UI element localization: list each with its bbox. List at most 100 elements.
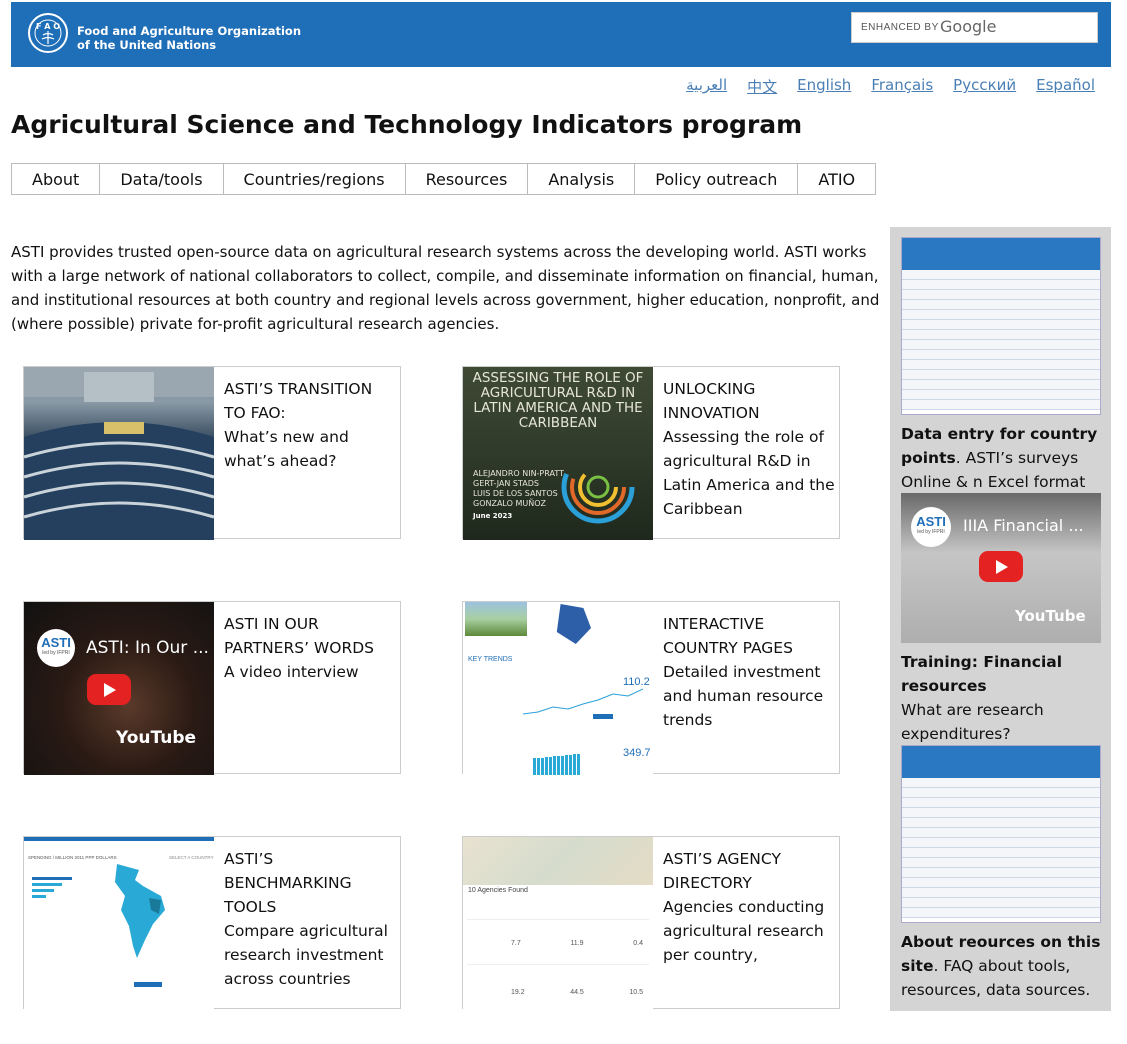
search-enhanced-label: ENHANCED BY: [861, 22, 939, 33]
agency-value-4: 19.2: [511, 989, 525, 996]
book-cover-date: June 2023: [473, 512, 513, 520]
card-transition[interactable]: ASTI’S TRANSITION TO FAO: What’s new and…: [23, 366, 401, 540]
card-agency-title: ASTI’S AGENCY DIRECTORY: [663, 850, 781, 892]
card-unlocking-title: UNLOCKING INNOVATION: [663, 380, 760, 422]
card-transition-title: ASTI’S TRANSITION TO FAO:: [224, 380, 373, 422]
agencies-found: 10 Agencies Found: [468, 887, 528, 894]
video-title: ASTI: In Our ...: [86, 638, 209, 658]
intro-text: ASTI provides trusted open-source data o…: [11, 243, 880, 333]
card-partners-text: ASTI IN OUR PARTNERS’ WORDS A video inte…: [224, 612, 396, 684]
asti-logo-sub: led by IFPRI: [42, 650, 70, 656]
nav-about[interactable]: About: [12, 164, 101, 194]
trend-value-2: 349.7: [623, 747, 651, 759]
survey-form-grid-2: [902, 778, 1100, 918]
conference-hall-image[interactable]: [24, 367, 214, 540]
bench-select: SELECT A COUNTRY: [169, 855, 214, 860]
card-unlocking-text: UNLOCKING INNOVATION Assessing the role …: [663, 377, 835, 521]
lang-link-english[interactable]: English: [797, 76, 851, 97]
asti-logo-icon: ASTI led by IFPRI: [37, 629, 75, 667]
lang-link-french[interactable]: Français: [871, 76, 933, 97]
fao-name[interactable]: Food and Agriculture Organization of the…: [77, 24, 301, 52]
nav-resources[interactable]: Resources: [406, 164, 529, 194]
asti-logo-text: ASTI: [41, 635, 71, 650]
agency-value-5: 44.5: [570, 989, 584, 996]
bench-heading: SPENDING / MILLION 2011 PPP DOLLARS: [28, 855, 117, 860]
training-video-thumbnail[interactable]: ASTI led by IFPRI IIIA Financial ... You…: [901, 493, 1101, 643]
play-button-icon[interactable]: [87, 674, 131, 705]
agency-directory-screenshot[interactable]: 10 Agencies Found 7.7 11.9 0.4 19.2 44.5…: [463, 837, 653, 1010]
survey-form-image-2[interactable]: [901, 745, 1101, 923]
card-transition-desc: What’s new and what’s ahead?: [224, 428, 349, 470]
lang-link-russian[interactable]: Русский: [953, 76, 1016, 97]
sidebar-item-training-rest: What are research expenditures?: [901, 701, 1044, 743]
sidebar-item-training[interactable]: Training: Financial resources What are r…: [901, 650, 1101, 746]
card-agency-directory[interactable]: 10 Agencies Found 7.7 11.9 0.4 19.2 44.5…: [462, 836, 840, 1010]
card-country-title: INTERACTIVE COUNTRY PAGES: [663, 615, 793, 657]
sidebar: Data entry for country points. ASTI’s su…: [890, 227, 1111, 1011]
training-asti-logo-icon: ASTI led by IFPRI: [911, 507, 951, 547]
lang-link-spanish[interactable]: Español: [1036, 76, 1095, 97]
nav-countries-regions[interactable]: Countries/regions: [224, 164, 406, 194]
fao-header: F A O Food and Agriculture Organization …: [11, 2, 1111, 67]
google-search-input[interactable]: ENHANCED BY Google: [851, 12, 1098, 43]
card-agency-desc: Agencies conducting agricultural researc…: [663, 898, 825, 964]
book-cover-title: ASSESSING THE ROLE OF AGRICULTURAL R&D I…: [472, 370, 644, 431]
survey-form-image-1[interactable]: [901, 237, 1101, 415]
nav-atio[interactable]: ATIO: [798, 164, 875, 194]
researcher-bar-chart: [533, 754, 580, 775]
main-nav: About Data/tools Countries/regions Resou…: [11, 163, 877, 195]
sidebar-item-training-bold[interactable]: Training: Financial resources: [901, 653, 1062, 695]
map-thumbnail: [556, 604, 591, 644]
card-benchmarking-desc: Compare agricultural research investment…: [224, 922, 388, 988]
training-video-title: IIIA Financial ...: [963, 516, 1084, 535]
bench-header-bar: [24, 837, 214, 841]
card-partners-words[interactable]: ASTI led by IFPRI ASTI: In Our ... YouTu…: [23, 601, 401, 775]
video-thumbnail[interactable]: ASTI led by IFPRI ASTI: In Our ... YouTu…: [24, 602, 214, 775]
sidebar-item-about-resources[interactable]: About reources on this site. FAQ about t…: [901, 930, 1101, 1002]
lang-link-arabic[interactable]: العربية: [686, 76, 727, 97]
fao-name-line1: Food and Agriculture Organization: [77, 24, 302, 38]
nav-analysis[interactable]: Analysis: [528, 164, 636, 194]
survey-form-header: [902, 238, 1100, 270]
key-trends-label: KEY TRENDS: [468, 656, 513, 663]
card-benchmarking[interactable]: SPENDING / MILLION 2011 PPP DOLLARS SELE…: [23, 836, 401, 1010]
nav-policy-outreach[interactable]: Policy outreach: [635, 164, 799, 194]
card-country-pages[interactable]: KEY TRENDS 110.2 349.7 INTERACTIVE COUNT…: [462, 601, 840, 775]
card-agency-text: ASTI’S AGENCY DIRECTORY Agencies conduct…: [663, 847, 835, 967]
book-cover-image[interactable]: ASSESSING THE ROLE OF AGRICULTURAL R&D I…: [463, 367, 653, 540]
trend-value-1: 110.2: [623, 676, 650, 688]
training-youtube-logo: YouTube: [1015, 607, 1086, 625]
fao-logo-icon[interactable]: F A O: [27, 12, 69, 54]
language-links: العربية 中文 English Français Русский Espa…: [686, 76, 1095, 97]
nav-data-tools[interactable]: Data/tools: [100, 164, 224, 194]
book-cover-authors: ALEJANDRO NIN-PRATT GERT-JAN STADS LUIS …: [473, 469, 564, 508]
latin-america-map: [115, 864, 165, 958]
fao-name-line2: of the United Nations: [77, 38, 217, 52]
google-logo: Google: [940, 17, 997, 36]
card-partners-desc: A video interview: [224, 663, 359, 681]
sidebar-item-data-entry[interactable]: Data entry for country points. ASTI’s su…: [901, 422, 1101, 494]
field-photo: [465, 602, 527, 636]
card-benchmarking-title: ASTI’S BENCHMARKING TOOLS: [224, 850, 352, 916]
card-benchmarking-text: ASTI’S BENCHMARKING TOOLS Compare agricu…: [224, 847, 396, 991]
lang-link-chinese[interactable]: 中文: [747, 76, 777, 97]
agency-map: [463, 837, 653, 885]
benchmarking-screenshot[interactable]: SPENDING / MILLION 2011 PPP DOLLARS SELE…: [24, 837, 214, 1010]
training-play-button-icon[interactable]: [979, 551, 1023, 582]
agency-grid: 7.7 11.9 0.4 19.2 44.5 10.5: [467, 919, 649, 1009]
agency-value-1: 7.7: [511, 940, 521, 947]
svg-text:F A O: F A O: [36, 22, 60, 31]
card-country-desc: Detailed investment and human resource t…: [663, 663, 824, 729]
book-cover-rings: [561, 450, 635, 524]
card-unlocking-innovation[interactable]: ASSESSING THE ROLE OF AGRICULTURAL R&D I…: [462, 366, 840, 540]
bench-bars: [32, 877, 77, 901]
page-title: Agricultural Science and Technology Indi…: [11, 110, 803, 139]
agency-value-3: 0.4: [633, 940, 643, 947]
card-country-text: INTERACTIVE COUNTRY PAGES Detailed inves…: [663, 612, 835, 732]
country-page-screenshot[interactable]: KEY TRENDS 110.2 349.7: [463, 602, 653, 775]
agency-value-6: 10.5: [629, 989, 643, 996]
survey-form-header-2: [902, 746, 1100, 778]
card-transition-text: ASTI’S TRANSITION TO FAO: What’s new and…: [224, 377, 396, 473]
agency-value-2: 11.9: [570, 940, 584, 947]
card-partners-title: ASTI IN OUR PARTNERS’ WORDS: [224, 615, 374, 657]
